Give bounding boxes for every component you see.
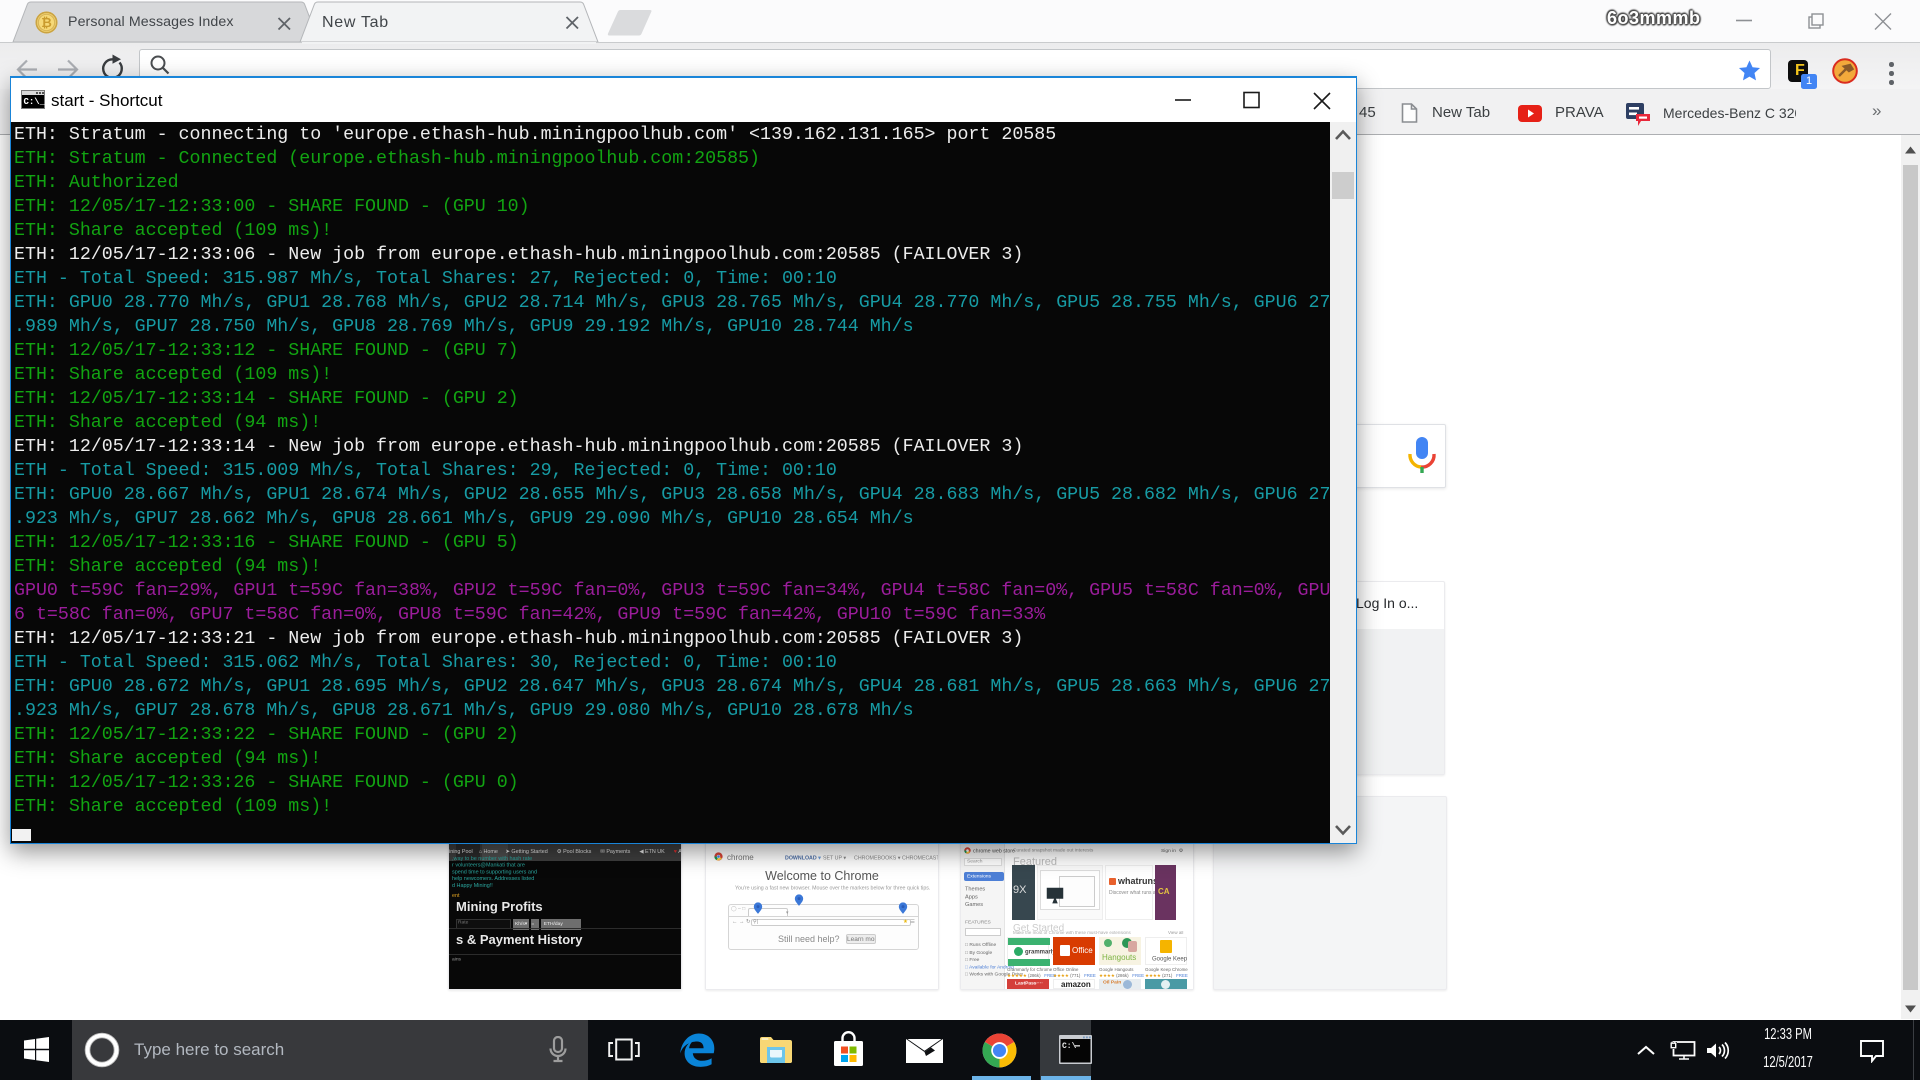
svg-text:₿: ₿ <box>41 15 52 30</box>
svg-text:C:\_: C:\_ <box>24 97 46 107</box>
